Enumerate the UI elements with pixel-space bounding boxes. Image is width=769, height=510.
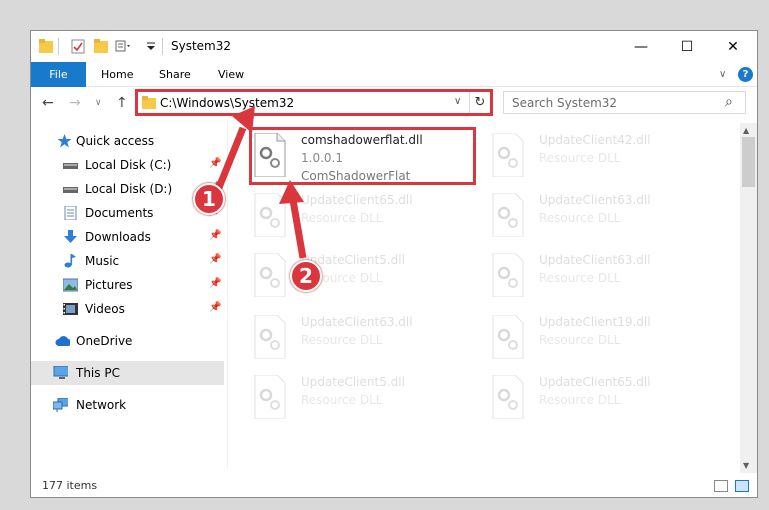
callout-badge-1: 1	[193, 183, 225, 215]
arrow-2-head	[279, 180, 304, 204]
callout-arrows	[214, 106, 307, 259]
arrow-2-shaft	[289, 199, 307, 259]
arrow-1-shaft	[214, 126, 247, 192]
callout-badge-2: 2	[290, 260, 322, 292]
